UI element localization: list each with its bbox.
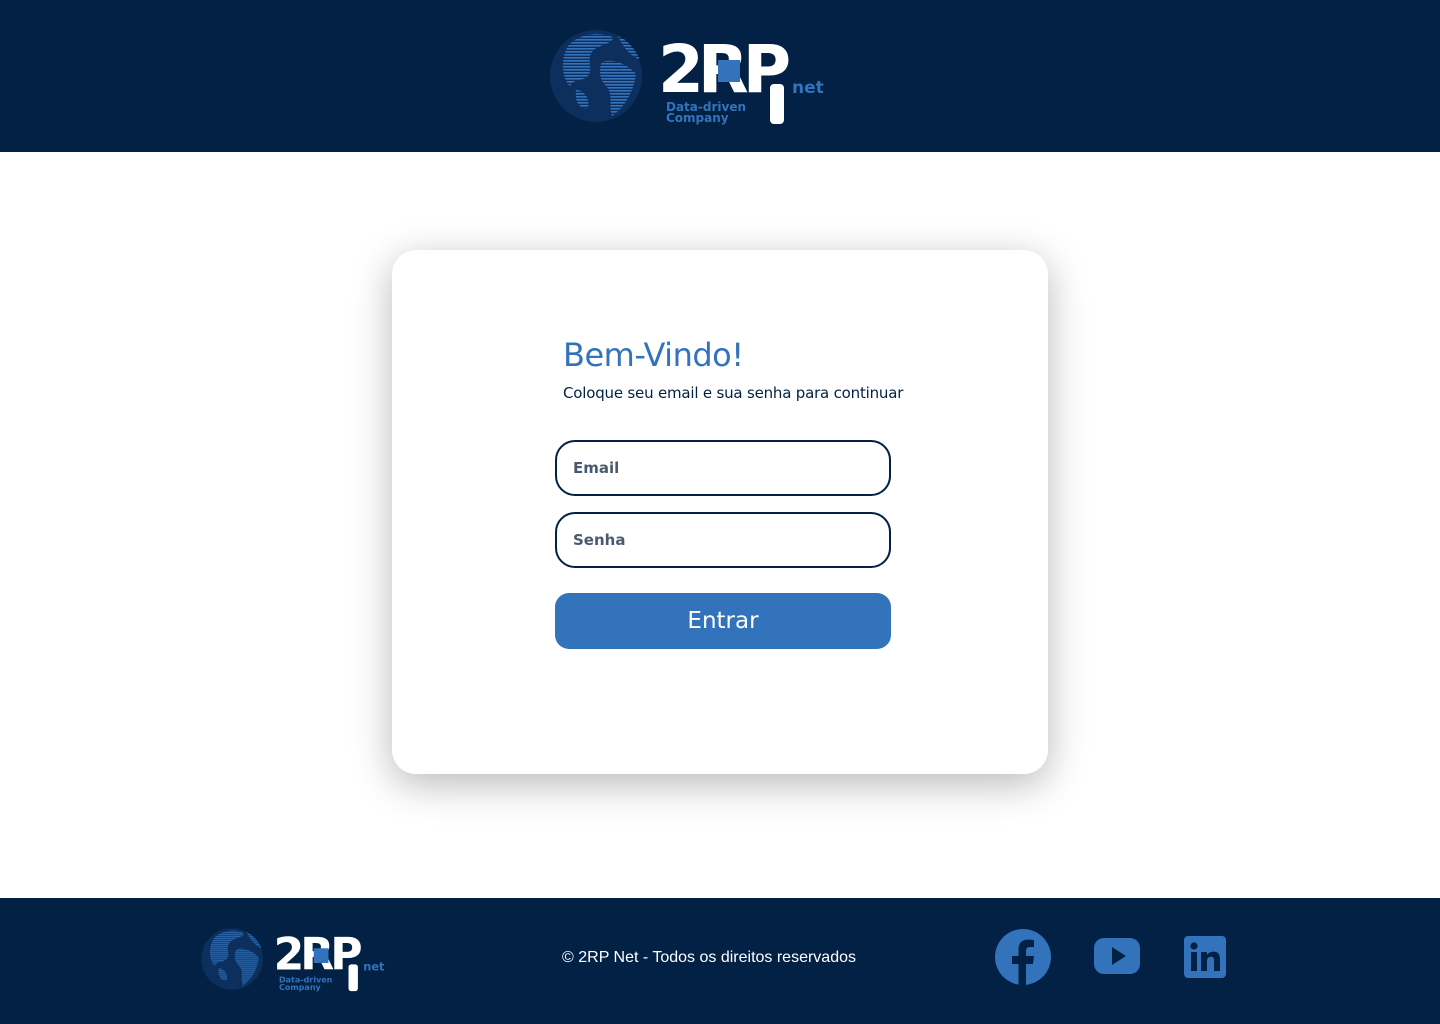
- youtube-link[interactable]: [1093, 936, 1141, 976]
- logo-suffix: net: [363, 959, 385, 973]
- footer-logo[interactable]: 2RP net Data-driven Company: [200, 924, 390, 994]
- email-field[interactable]: [555, 440, 891, 496]
- logo-suffix: net: [792, 78, 824, 98]
- login-subtitle: Coloque seu email e sua senha para conti…: [563, 384, 904, 402]
- logo-tagline-2: Company: [666, 111, 729, 125]
- globe-icon: [550, 30, 642, 122]
- facebook-icon: [995, 929, 1051, 986]
- globe-icon: [201, 928, 263, 990]
- header-logo[interactable]: 2RP net Data-driven Company: [548, 24, 832, 128]
- header-bar: 2RP net Data-driven Company: [0, 0, 1440, 152]
- login-button[interactable]: Entrar: [555, 593, 891, 649]
- facebook-link[interactable]: [994, 928, 1052, 986]
- linkedin-link[interactable]: [1183, 935, 1227, 979]
- footer-bar: 2RP net Data-driven Company © 2RP Net - …: [0, 898, 1440, 1024]
- password-field[interactable]: [555, 512, 891, 568]
- youtube-icon: [1094, 938, 1140, 974]
- copyright-text: © 2RP Net - Todos os direitos reservados: [562, 949, 856, 966]
- logo-tagline-2: Company: [279, 983, 322, 992]
- linkedin-icon: [1184, 936, 1226, 978]
- login-title: Bem-Vindo!: [563, 336, 744, 374]
